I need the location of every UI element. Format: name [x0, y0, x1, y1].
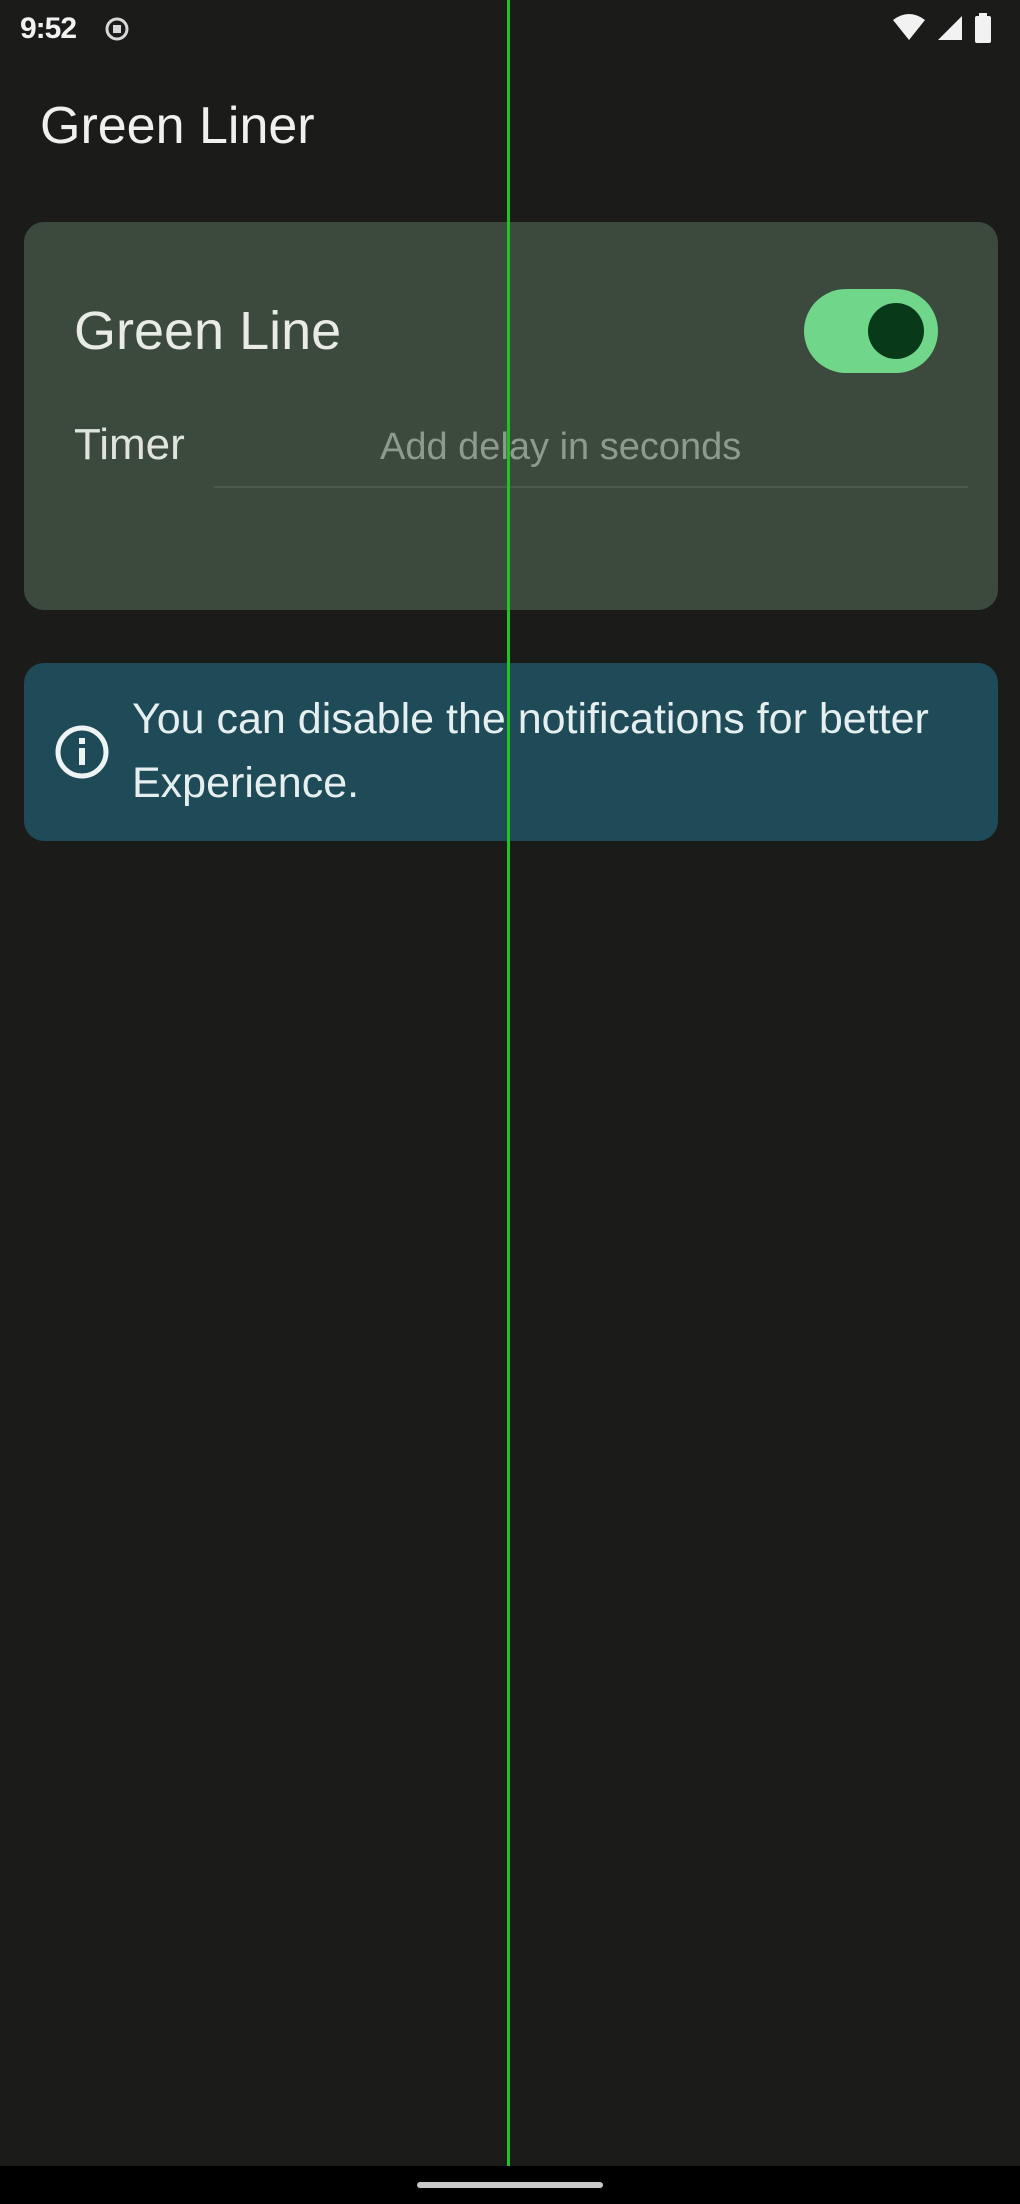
- cellular-signal-icon: [936, 14, 964, 47]
- toggle-thumb: [868, 303, 924, 359]
- info-icon: [52, 722, 112, 782]
- status-bar: 9:52: [0, 0, 1020, 60]
- navigation-bar: [0, 2166, 1020, 2204]
- settings-card: Green Line Timer: [24, 222, 998, 610]
- info-banner: You can disable the notifications for be…: [24, 663, 998, 841]
- timer-delay-input[interactable]: [214, 408, 968, 488]
- timer-label: Timer: [74, 420, 185, 469]
- home-gesture-handle[interactable]: [417, 2182, 603, 2188]
- green-line-heading: Green Line: [74, 301, 342, 361]
- notification-icon: [104, 16, 130, 42]
- status-icons: [892, 12, 992, 48]
- app-title: Green Liner: [40, 97, 315, 155]
- green-line-toggle[interactable]: [804, 289, 938, 373]
- wifi-icon: [892, 13, 926, 47]
- battery-icon: [974, 12, 992, 48]
- info-banner-text: You can disable the notifications for be…: [132, 695, 929, 807]
- status-time: 9:52: [20, 12, 77, 45]
